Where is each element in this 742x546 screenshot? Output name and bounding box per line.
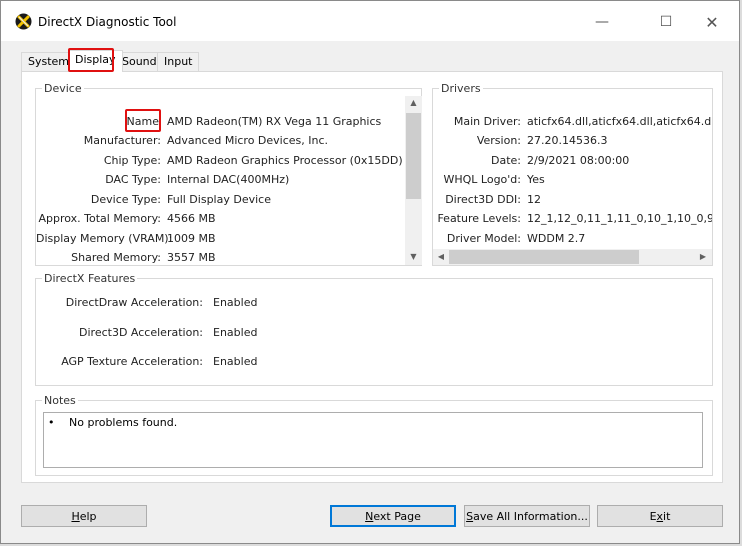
agp-label: AGP Texture Acceleration: bbox=[61, 355, 203, 368]
device-name-value: AMD Radeon(TM) RX Vega 11 Graphics bbox=[167, 115, 382, 128]
tab-input[interactable]: Input bbox=[157, 52, 200, 71]
main-driver-value: aticfx64.dll,aticfx64.dll,aticfx64.dll,a… bbox=[527, 115, 712, 128]
scroll-left-icon[interactable]: ◀ bbox=[435, 252, 447, 261]
date-value: 2/9/2021 08:00:00 bbox=[527, 154, 630, 167]
next-label-rest: ext Page bbox=[373, 509, 421, 523]
direct3d-label: Direct3D Acceleration: bbox=[79, 326, 203, 339]
directdraw-value: Enabled bbox=[213, 296, 258, 309]
notes-group-title: Notes bbox=[42, 394, 78, 407]
direct3d-value: Enabled bbox=[213, 326, 258, 339]
vram-label: Display Memory (VRAM): bbox=[36, 232, 173, 245]
whql-label: WHQL Logo'd: bbox=[443, 173, 521, 186]
shared-memory-label: Shared Memory: bbox=[71, 251, 161, 264]
feature-levels-label: Feature Levels: bbox=[437, 212, 521, 225]
version-label: Version: bbox=[476, 134, 521, 147]
main-driver-label: Main Driver: bbox=[453, 115, 521, 128]
shared-memory-value: 3557 MB bbox=[167, 251, 216, 264]
version-value: 27.20.14536.3 bbox=[527, 134, 608, 147]
drivers-group: Drivers Main Driver: aticfx64.dll,aticfx… bbox=[432, 82, 713, 266]
tab-display[interactable]: Display bbox=[68, 50, 123, 72]
chip-type-label: Chip Type: bbox=[103, 154, 161, 167]
directdraw-label: DirectDraw Acceleration: bbox=[65, 296, 203, 309]
manufacturer-label: Manufacturer: bbox=[83, 134, 161, 147]
device-group: Device Name AMD Radeon(TM) RX Vega 11 Gr… bbox=[35, 82, 422, 266]
vram-value: 1009 MB bbox=[167, 232, 216, 245]
drivers-scroll-thumb[interactable] bbox=[449, 250, 639, 264]
exit-button[interactable]: Ex it bbox=[597, 505, 723, 527]
drivers-horizontal-scrollbar[interactable]: ◀ ▶ bbox=[433, 249, 712, 265]
dac-type-label: DAC Type: bbox=[105, 173, 161, 186]
directx-app-icon bbox=[15, 13, 32, 30]
directx-features-group: DirectX Features DirectDraw Acceleration… bbox=[35, 272, 713, 386]
chip-type-value: AMD Radeon Graphics Processor (0x15DD) bbox=[167, 154, 403, 167]
close-icon[interactable]: ✕ bbox=[689, 7, 735, 37]
manufacturer-value: Advanced Micro Devices, Inc. bbox=[167, 134, 329, 147]
notes-item: No problems found. bbox=[69, 416, 178, 429]
device-name-label: Name bbox=[126, 115, 159, 128]
total-memory-value: 4566 MB bbox=[167, 212, 216, 225]
maximize-icon[interactable]: ☐ bbox=[643, 7, 689, 37]
exit-label-pre: E bbox=[649, 509, 657, 523]
device-group-title: Device bbox=[42, 82, 84, 95]
scroll-down-icon[interactable]: ▼ bbox=[405, 252, 422, 261]
driver-model-value: WDDM 2.7 bbox=[527, 232, 586, 245]
help-label-rest: elp bbox=[79, 509, 97, 523]
ddi-label: Direct3D DDI: bbox=[445, 193, 521, 206]
device-type-label: Device Type: bbox=[90, 193, 161, 206]
feature-levels-value: 12_1,12_0,11_1,11_0,10_1,10_0,9_3 bbox=[527, 212, 712, 225]
notes-textbox[interactable]: • No problems found. bbox=[43, 412, 703, 468]
scroll-up-icon[interactable]: ▲ bbox=[405, 98, 422, 107]
dac-type-value: Internal DAC(400MHz) bbox=[167, 173, 290, 186]
date-label: Date: bbox=[491, 154, 521, 167]
device-scroll-thumb[interactable] bbox=[406, 113, 421, 199]
drivers-group-title: Drivers bbox=[439, 82, 483, 95]
save-all-information-button[interactable]: Save All Information... bbox=[464, 505, 590, 527]
help-mnemonic: H bbox=[71, 509, 80, 523]
title-bar[interactable]: DirectX Diagnostic Tool — ☐ ✕ bbox=[1, 1, 739, 41]
scroll-right-icon[interactable]: ▶ bbox=[697, 252, 709, 261]
device-type-value: Full Display Device bbox=[167, 193, 271, 206]
help-button[interactable]: Help bbox=[21, 505, 147, 527]
ddi-value: 12 bbox=[527, 193, 541, 206]
device-vertical-scrollbar[interactable]: ▲ ▼ bbox=[405, 96, 422, 265]
next-mnemonic: N bbox=[365, 509, 374, 523]
agp-value: Enabled bbox=[213, 355, 258, 368]
save-mnemonic: S bbox=[466, 509, 474, 523]
next-page-button[interactable]: Next Page bbox=[330, 505, 456, 527]
whql-value: Yes bbox=[527, 173, 545, 186]
total-memory-label: Approx. Total Memory: bbox=[38, 212, 162, 225]
minimize-icon[interactable]: — bbox=[579, 7, 625, 37]
driver-model-label: Driver Model: bbox=[446, 232, 521, 245]
window-title: DirectX Diagnostic Tool bbox=[38, 15, 177, 29]
save-label-rest: ave All Information... bbox=[473, 509, 588, 523]
exit-label-rest: it bbox=[663, 509, 671, 523]
dxdiag-window: DirectX Diagnostic Tool — ☐ ✕ System Dis… bbox=[0, 0, 740, 544]
notes-bullet: • bbox=[48, 416, 55, 429]
features-group-title: DirectX Features bbox=[42, 272, 138, 285]
